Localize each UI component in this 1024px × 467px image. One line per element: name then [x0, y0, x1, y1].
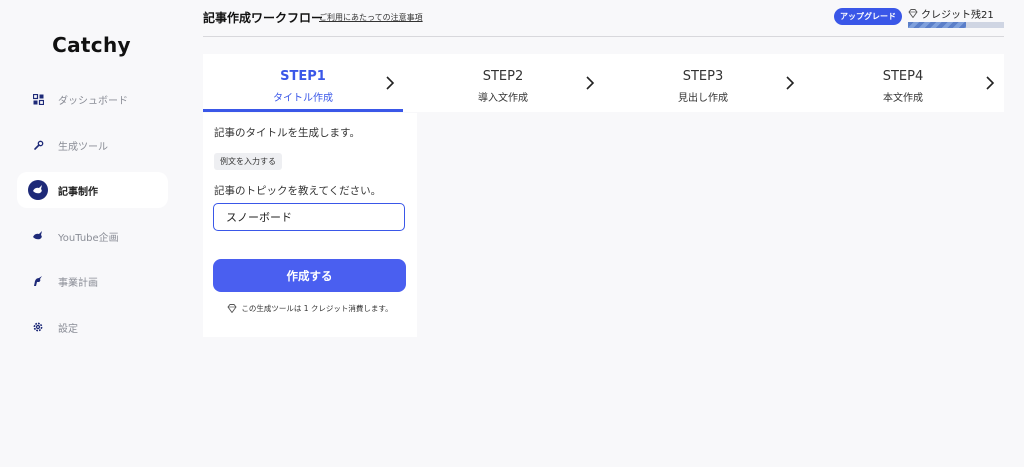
diamond-icon — [227, 304, 237, 313]
step-name: 見出し作成 — [678, 93, 728, 104]
step-number: STEP2 — [482, 69, 524, 84]
sidebar-item-label: 生成ツール — [58, 141, 108, 153]
sidebar-item-dashboard[interactable]: ダッシュボード — [17, 81, 168, 117]
sidebar-item-label: ダッシュボード — [58, 95, 128, 107]
notice-link[interactable]: ご利用にあたっての注意事項 — [319, 12, 423, 23]
bird-icon — [28, 226, 48, 246]
chevron-right-icon — [586, 76, 595, 90]
step-number: STEP4 — [882, 69, 924, 84]
step-4[interactable]: STEP4 本文作成 — [803, 54, 1003, 112]
sidebar-item-article[interactable]: 記事制作 — [17, 172, 168, 208]
active-step-underline — [203, 109, 403, 112]
step-name: 導入文作成 — [478, 93, 528, 104]
step-number: STEP3 — [682, 69, 724, 84]
gear-icon — [28, 317, 48, 337]
sidebar-item-label: 設定 — [58, 323, 78, 335]
unicorn-icon — [28, 271, 48, 291]
sidebar-item-youtube[interactable]: YouTube企画 — [17, 218, 168, 254]
sidebar-item-business-plan[interactable]: 事業計画 — [17, 263, 168, 299]
app-logo[interactable]: Catchy — [0, 33, 183, 57]
page-title: 記事作成ワークフロー — [203, 11, 324, 25]
wrench-icon — [28, 135, 48, 155]
diamond-icon — [908, 9, 918, 18]
step-1[interactable]: STEP1 タイトル作成 — [203, 54, 403, 112]
form-description: 記事のタイトルを生成します。 — [214, 127, 360, 139]
credit-cost-note: この生成ツールは 1 クレジット消費します。 — [203, 303, 417, 314]
credit-label: クレジット残21 — [921, 10, 994, 21]
topic-input[interactable] — [213, 203, 405, 231]
dashboard-icon — [28, 89, 48, 109]
step-3[interactable]: STEP3 見出し作成 — [603, 54, 803, 112]
bird-icon — [28, 180, 48, 200]
sidebar-item-label: 事業計画 — [58, 277, 98, 289]
sidebar: Catchy ダッシュボード 生成ツール 記事制作 YouTube企画 事業計画 — [0, 0, 183, 467]
header-divider — [203, 36, 1004, 37]
sidebar-item-label: YouTube企画 — [58, 232, 119, 244]
sidebar-item-tools[interactable]: 生成ツール — [17, 127, 168, 163]
credit-balance: クレジット残21 — [908, 6, 994, 21]
step-name: タイトル作成 — [273, 93, 333, 104]
credit-progress-fill — [908, 22, 966, 28]
example-input-button[interactable]: 例文を入力する — [214, 153, 282, 170]
upgrade-button[interactable]: アップグレード — [834, 8, 902, 25]
chevron-right-icon — [986, 76, 995, 90]
credit-cost-text: この生成ツールは 1 クレジット消費します。 — [241, 304, 393, 313]
topic-label: 記事のトピックを教えてください。 — [214, 185, 382, 197]
credit-progress-bar — [908, 22, 1004, 28]
chevron-right-icon — [386, 76, 395, 90]
title-form-card: 記事のタイトルを生成します。 例文を入力する 記事のトピックを教えてください。 … — [203, 113, 417, 337]
chevron-right-icon — [786, 76, 795, 90]
step-2[interactable]: STEP2 導入文作成 — [403, 54, 603, 112]
step-name: 本文作成 — [883, 93, 923, 104]
sidebar-item-settings[interactable]: 設定 — [17, 309, 168, 345]
step-number: STEP1 — [280, 69, 326, 84]
create-button[interactable]: 作成する — [213, 259, 406, 292]
sidebar-item-label: 記事制作 — [58, 186, 98, 198]
step-navigator: STEP1 タイトル作成 STEP2 導入文作成 STEP3 見出し作成 STE… — [203, 54, 1004, 112]
